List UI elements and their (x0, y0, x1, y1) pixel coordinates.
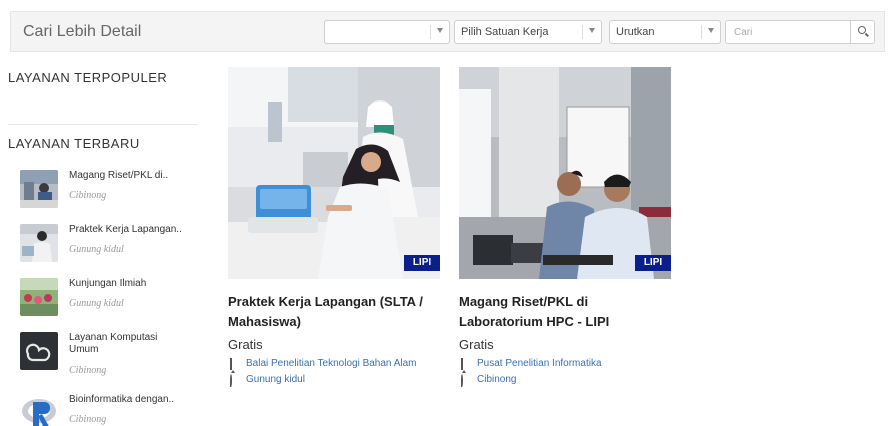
service-thumbnail (20, 170, 58, 208)
work-unit-select[interactable]: Pilih Satuan Kerja (454, 20, 602, 44)
filter-title: Cari Lebih Detail (23, 23, 142, 40)
chevron-down-icon (589, 28, 595, 33)
card-location-text: Gunung kidul (246, 374, 305, 385)
card-work-unit[interactable]: Pusat Penelitian Informatika (459, 358, 671, 372)
card-title[interactable]: Magang Riset/PKL di Laboratorium HPC - L… (459, 292, 671, 332)
sidebar-item-location: Gunung kidul (69, 244, 124, 255)
sidebar-item[interactable]: Kunjungan Ilmiah Gunung kidul (20, 278, 200, 322)
newest-services-heading: LAYANAN TERBARU (8, 136, 140, 151)
search-button[interactable] (850, 21, 874, 43)
location-pin-icon (461, 374, 463, 387)
sidebar-item-location: Cibinong (69, 190, 107, 201)
sort-select-value: Urutkan (616, 26, 655, 38)
sidebar-item-title: Magang Riset/PKL di.. (69, 170, 169, 181)
service-photo[interactable]: LIPI (459, 67, 671, 279)
search-box (725, 20, 875, 44)
category-select[interactable] (324, 20, 450, 44)
sidebar-item[interactable]: Praktek Kerja Lapangan.. Gunung kidul (20, 224, 200, 268)
card-work-unit-text: Balai Penelitian Teknologi Bahan Alam (246, 358, 417, 369)
service-thumbnail (20, 394, 58, 426)
service-photo[interactable]: LIPI (228, 67, 440, 279)
service-thumbnail (20, 332, 58, 370)
location-pin-icon (230, 374, 232, 387)
card-work-unit-text: Pusat Penelitian Informatika (477, 358, 602, 369)
sidebar-item-title: Bioinformatika dengan.. (69, 394, 175, 405)
service-thumbnail (20, 224, 58, 262)
sidebar-item-location: Gunung kidul (69, 298, 124, 309)
card-location[interactable]: Gunung kidul (228, 374, 440, 388)
search-input[interactable] (726, 21, 850, 43)
work-unit-select-value: Pilih Satuan Kerja (461, 26, 549, 38)
sidebar-item-location: Cibinong (69, 365, 107, 376)
card-title[interactable]: Praktek Kerja Lapangan (SLTA / Mahasiswa… (228, 292, 440, 332)
card-price: Gratis (228, 337, 263, 352)
card-location-text: Cibinong (477, 374, 517, 385)
bookmark-icon (461, 358, 463, 370)
search-icon (858, 26, 866, 34)
sidebar-item[interactable]: Bioinformatika dengan.. Cibinong (20, 394, 200, 426)
popular-services-heading: LAYANAN TERPOPULER (8, 70, 168, 85)
filter-bar: Cari Lebih Detail Pilih Satuan Kerja Uru… (10, 11, 885, 52)
lipi-badge: LIPI (404, 255, 440, 271)
card-work-unit[interactable]: Balai Penelitian Teknologi Bahan Alam (228, 358, 440, 372)
sidebar-item-location: Cibinong (69, 414, 107, 425)
bookmark-icon (230, 358, 232, 370)
sort-select[interactable]: Urutkan (609, 20, 721, 44)
divider (8, 124, 198, 125)
sidebar-item[interactable]: Layanan Komputasi Umum Cibinong (20, 332, 200, 376)
service-thumbnail (20, 278, 58, 316)
chevron-down-icon (437, 28, 443, 33)
card-location[interactable]: Cibinong (459, 374, 671, 388)
sidebar-item-title: Praktek Kerja Lapangan.. (69, 224, 182, 235)
sidebar-item[interactable]: Magang Riset/PKL di.. Cibinong (20, 170, 200, 214)
chevron-down-icon (708, 28, 714, 33)
sidebar-item-title: Layanan Komputasi Umum (69, 332, 158, 355)
sidebar-item-title: Kunjungan Ilmiah (69, 278, 147, 289)
lipi-badge: LIPI (635, 255, 671, 271)
card-price: Gratis (459, 337, 494, 352)
